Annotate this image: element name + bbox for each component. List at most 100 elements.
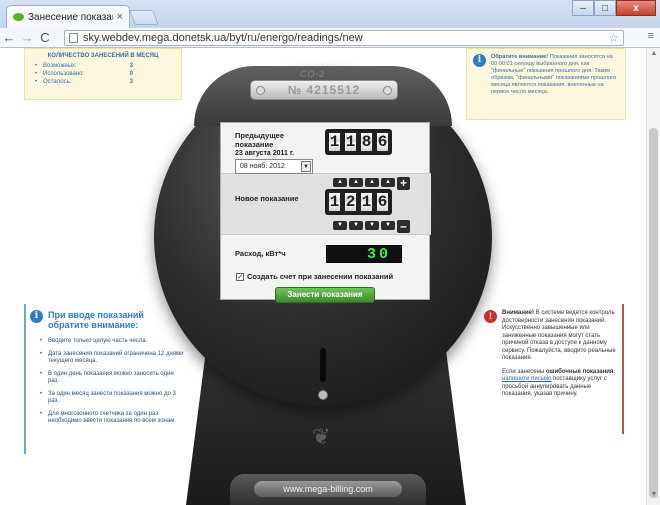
page-icon [69,33,78,43]
quota-value: 3 [129,79,133,85]
scrollbar-thumb[interactable] [649,128,658,498]
new-digit[interactable]: 2 [343,191,358,213]
close-tab-icon[interactable]: × [117,11,123,23]
usage-display: 30 [326,245,402,263]
warning-text: Внимание! В системе ведется контроль дос… [502,310,616,363]
forward-button[interactable]: → [18,30,36,45]
warning-body: В системе ведется контроль достоверности… [502,310,616,361]
create-invoice-checkbox[interactable]: ✓ [236,272,244,281]
warning-icon: ! [484,310,497,323]
screw-icon [383,86,392,95]
info-icon: i [473,54,486,67]
tab-strip: Занесение показаний < × – □ x [0,0,660,28]
brand-link[interactable]: www.mega-billing.com [254,481,402,497]
new-reading-label: Новое показание [235,194,299,203]
previous-digit: 1 [327,131,342,153]
usage-label: Расход, кВт*ч [235,249,286,258]
previous-digit: 6 [375,131,390,153]
bookmark-star-icon[interactable]: ☆ [608,31,619,45]
decrement-minus-button[interactable]: – [397,220,410,233]
new-digit[interactable]: 6 [375,191,390,213]
tab-title: Занесение показаний < [28,11,113,23]
list-item: За один месяц занести показания можно до… [40,391,184,406]
tips-list: Вводите только целую часть числа. Дата з… [40,338,184,426]
new-digit[interactable]: 1 [359,191,374,213]
scroll-down-icon[interactable]: ▼ [647,491,660,503]
screw-icon [318,390,328,400]
serial-number: № 4215512 [287,83,361,97]
notice-box: i Обратите внимание! Показания заносятся… [466,48,626,120]
create-invoice-label: Создать счет при занесении показаний [247,272,394,281]
list-item: Дата занесения показаний ограничена 12 д… [40,351,184,366]
input-tips-box: i При вводе показаний обратите внимание:… [24,304,184,454]
leaf-logo-icon: ❦ [312,424,331,449]
screw-icon [256,86,265,95]
page-scrollbar[interactable]: ▲ ▼ [646,48,660,505]
digit-up-arrow-icon[interactable]: ▲ [381,178,395,187]
serial-plate: № 4215512 [250,80,398,100]
scroll-up-icon[interactable]: ▲ [647,50,660,62]
list-item: Для многозонного счетчика за один раз не… [40,411,184,426]
reading-panel: Предыдущее показание 23 августа 2011 г. … [220,122,431,303]
reload-button[interactable]: C [36,30,54,45]
previous-reading-title: Предыдущее показание [235,131,285,149]
digit-up-arrow-icon[interactable]: ▲ [349,178,363,187]
write-letter-link[interactable]: напишите письмо [502,376,551,382]
quota-value: 0 [129,71,133,77]
leaf-favicon-icon [13,13,24,21]
warning-box: ! Внимание! В системе ведется контроль д… [478,304,624,434]
new-tab-button[interactable] [129,10,159,25]
quota-row: Возможных: 3 [35,63,133,69]
digit-down-arrow-icon[interactable]: ▼ [365,221,379,230]
notice-heading: Обратите внимание! [491,54,549,60]
reading-date-value: 08 нояб. 2012 [240,163,285,170]
create-invoice-checkbox-row[interactable]: ✓ Создать счет при занесении показаний [236,272,393,281]
quota-row: Использовано: 0 [35,71,133,77]
chevron-down-icon[interactable]: ▼ [301,161,311,172]
error-text-pre: Если занесены [502,368,546,375]
new-digit[interactable]: 1 [327,191,342,213]
meter-slot [320,348,326,382]
previous-reading-counter: 1 1 8 6 [325,129,392,155]
digit-down-arrow-icon[interactable]: ▼ [333,221,347,230]
monthly-quota-box: КОЛИЧЕСТВО ЗАНЕСЕНИЙ В МЕСЯЦ Возможных: … [24,48,182,100]
submit-reading-button[interactable]: Занести показания [275,287,375,303]
maximize-button[interactable]: □ [594,0,616,16]
digit-down-arrow-icon[interactable]: ▼ [381,221,395,230]
reading-date-select[interactable]: 08 нояб. 2012 ▼ [235,159,313,174]
new-reading-band: Новое показание ▲ ▲ ▲ ▲ + 1 2 1 6 ▼ ▼ ▼ [221,173,431,235]
notice-text: Показания заносятся на 00:00:01 секунду … [491,54,617,95]
previous-digit: 1 [343,131,358,153]
list-item: Вводите только целую часть числа. [40,338,184,346]
quota-label: Использовано: [43,71,85,77]
toolbar-right: ≡ [648,30,654,42]
quota-row: Осталось: 3 [35,79,133,85]
previous-reading-drums: 1 1 8 6 [327,131,390,153]
meter-model: СО-2 [300,69,326,79]
digit-up-arrow-icon[interactable]: ▲ [365,178,379,187]
address-url: sky.webdev.mega.donetsk.ua/byt/ru/energo… [83,32,363,44]
increment-plus-button[interactable]: + [397,177,410,190]
error-text-mid: , [613,368,616,375]
new-reading-drums: 1 2 1 6 [327,191,390,213]
minimize-button[interactable]: – [572,0,594,16]
digit-down-arrows: ▼ ▼ ▼ ▼ [333,221,395,230]
digit-up-arrows: ▲ ▲ ▲ ▲ [333,178,395,187]
quota-value: 3 [129,63,133,69]
digit-down-arrow-icon[interactable]: ▼ [349,221,363,230]
previous-reading-date: 23 августа 2011 г. [235,150,295,157]
error-correction-text: Если занесены ошибочные показания, напиш… [502,369,616,399]
warning-heading: Внимание! [502,310,534,316]
new-reading-counter: 1 2 1 6 [325,189,392,215]
list-item: В один день показания можно заносить оди… [40,371,184,386]
tab-readings[interactable]: Занесение показаний < × [6,5,130,28]
back-button[interactable]: ← [0,30,18,45]
quota-label: Возможных: [43,63,77,69]
quota-label: Осталось: [43,79,72,85]
digit-up-arrow-icon[interactable]: ▲ [333,178,347,187]
page-content: КОЛИЧЕСТВО ЗАНЕСЕНИЙ В МЕСЯЦ Возможных: … [0,48,646,505]
address-bar[interactable]: sky.webdev.mega.donetsk.ua/byt/ru/energo… [64,30,624,46]
previous-reading-label: Предыдущее показание 23 августа 2011 г. [235,131,319,158]
close-window-button[interactable]: x [616,0,656,16]
chrome-menu-icon[interactable]: ≡ [648,30,654,42]
